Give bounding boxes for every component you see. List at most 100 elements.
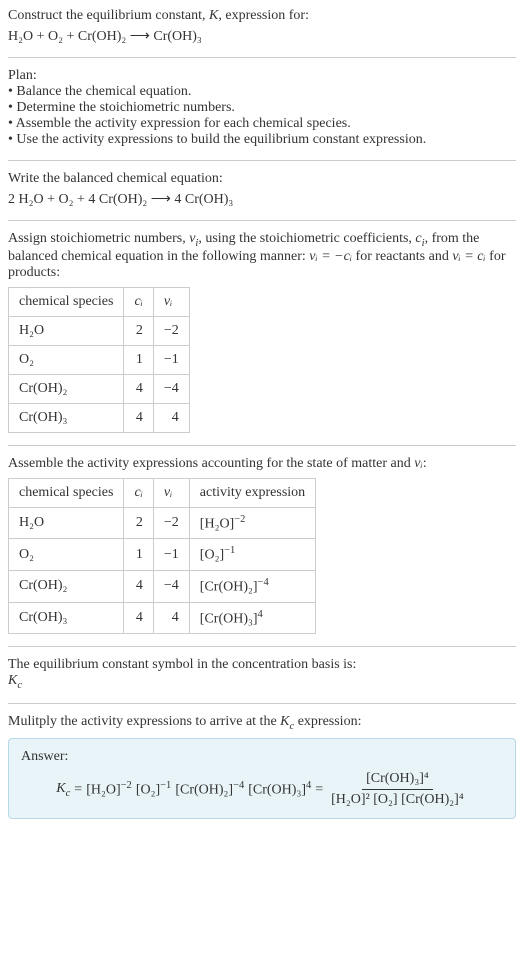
text: Mulitply the activity expressions to arr… [8,714,280,729]
base: [Cr(OH)₃] [200,611,258,626]
nui-label: νᵢ [164,485,172,500]
relation: νᵢ = cᵢ [452,249,485,264]
col-nui: νᵢ [153,478,189,507]
c-sub: c [17,680,22,691]
base: [O₂] [136,783,160,798]
base: [O₂] [200,548,224,563]
base: [H₂O] [200,516,234,531]
symbol-section: The equilibrium constant symbol in the c… [8,657,516,691]
exp: −4 [233,780,244,791]
denominator: [H₂O]² [O₂] [Cr(OH)₂]⁴ [327,790,468,808]
kc-expression: Kc = [H₂O]−2 [O₂]−1 [Cr(OH)₂]−4 [Cr(OH)₃… [21,771,503,808]
plan-title: Plan: [8,68,516,84]
ci-label: cᵢ [134,294,142,309]
text: : [423,456,427,471]
cell-nui: −4 [153,374,189,403]
cell-ci: 2 [124,316,153,345]
table-header-row: chemical species cᵢ νᵢ activity expressi… [9,478,316,507]
cell-ci: 1 [124,345,153,374]
balanced-title: Write the balanced chemical equation: [8,171,516,187]
cell-nui: 4 [153,602,189,634]
cell-nui: −2 [153,507,189,539]
cell-species: O₂ [9,539,124,571]
activity-table: chemical species cᵢ νᵢ activity expressi… [8,478,316,635]
divider [8,445,516,446]
header-suffix: , expression for: [218,8,309,23]
term: [O₂]−1 [136,780,172,799]
exp: 4 [306,780,311,791]
cell-species: H₂O [9,507,124,539]
text: for reactants and [352,249,452,264]
exp: −2 [121,780,132,791]
kc: Kc [56,781,70,799]
plan-item: Determine the stoichiometric numbers. [8,100,516,116]
plan-list: Balance the chemical equation. Determine… [8,84,516,148]
cell-ci: 4 [124,602,153,634]
activity-section: Assemble the activity expressions accoun… [8,456,516,635]
cell-species: Cr(OH)₃ [9,403,124,432]
cell-ci: 4 [124,403,153,432]
col-activity: activity expression [189,478,315,507]
multiply-section: Mulitply the activity expressions to arr… [8,714,516,819]
header-line: Construct the equilibrium constant, K, e… [8,8,516,24]
table-row: H₂O2−2 [9,316,190,345]
cell-nui: −1 [153,539,189,571]
cell-species: Cr(OH)₂ [9,374,124,403]
fraction: [Cr(OH)₃]⁴ [H₂O]² [O₂] [Cr(OH)₂]⁴ [327,771,468,808]
exp: −4 [258,577,269,588]
k: K [56,781,65,796]
table-row: O₂1−1[O₂]−1 [9,539,316,571]
cell-ci: 1 [124,539,153,571]
balanced-section: Write the balanced chemical equation: 2 … [8,171,516,208]
multiply-line: Mulitply the activity expressions to arr… [8,714,516,732]
cell-ci: 2 [124,507,153,539]
exp: −2 [234,514,245,525]
text: expression: [294,714,361,729]
divider [8,703,516,704]
balanced-equation: 2 H₂O + O₂ + 4 Cr(OH)₂ ⟶ 4 Cr(OH)₃ [8,191,516,208]
cell-activity: [O₂]−1 [189,539,315,571]
cell-species: H₂O [9,316,124,345]
base: [H₂O] [86,783,120,798]
cell-species: O₂ [9,345,124,374]
cell-nui: −1 [153,345,189,374]
divider [8,220,516,221]
cell-activity: [H₂O]−2 [189,507,315,539]
col-species: chemical species [9,478,124,507]
nui-label: νᵢ [164,294,172,309]
activity-intro: Assemble the activity expressions accoun… [8,456,516,472]
table-row: O₂1−1 [9,345,190,374]
text: Assign stoichiometric numbers, [8,231,189,246]
exp: 4 [258,609,263,620]
cell-nui: −4 [153,571,189,603]
answer-box: Answer: Kc = [H₂O]−2 [O₂]−1 [Cr(OH)₂]−4 … [8,738,516,819]
numerator: [Cr(OH)₃]⁴ [362,771,433,790]
col-nui: νᵢ [153,287,189,316]
col-ci: cᵢ [124,287,153,316]
term: [Cr(OH)₃]4 [248,780,311,799]
stoich-section: Assign stoichiometric numbers, νi, using… [8,231,516,433]
table-row: H₂O2−2[H₂O]−2 [9,507,316,539]
cell-species: Cr(OH)₃ [9,602,124,634]
cell-activity: [Cr(OH)₂]−4 [189,571,315,603]
stoich-intro: Assign stoichiometric numbers, νi, using… [8,231,516,281]
symbol-line: The equilibrium constant symbol in the c… [8,657,516,673]
table-row: Cr(OH)₃44[Cr(OH)₃]4 [9,602,316,634]
kc-symbol: Kc [8,673,516,691]
divider [8,160,516,161]
base: [Cr(OH)₂] [200,580,258,595]
base: [Cr(OH)₂] [175,783,233,798]
cell-nui: −2 [153,316,189,345]
table-row: Cr(OH)₃44 [9,403,190,432]
unbalanced-equation: H₂O + O₂ + Cr(OH)₂ ⟶ Cr(OH)₃ [8,28,516,45]
answer-label: Answer: [21,749,503,765]
header-prefix: Construct the equilibrium constant, [8,8,209,23]
nu-symbol: νᵢ [414,456,422,471]
exp: −1 [160,780,171,791]
cell-ci: 4 [124,374,153,403]
plan-item: Use the activity expressions to build th… [8,132,516,148]
cell-ci: 4 [124,571,153,603]
term: [Cr(OH)₂]−4 [175,780,244,799]
table-row: Cr(OH)₂4−4 [9,374,190,403]
relation: νᵢ = −cᵢ [309,249,352,264]
